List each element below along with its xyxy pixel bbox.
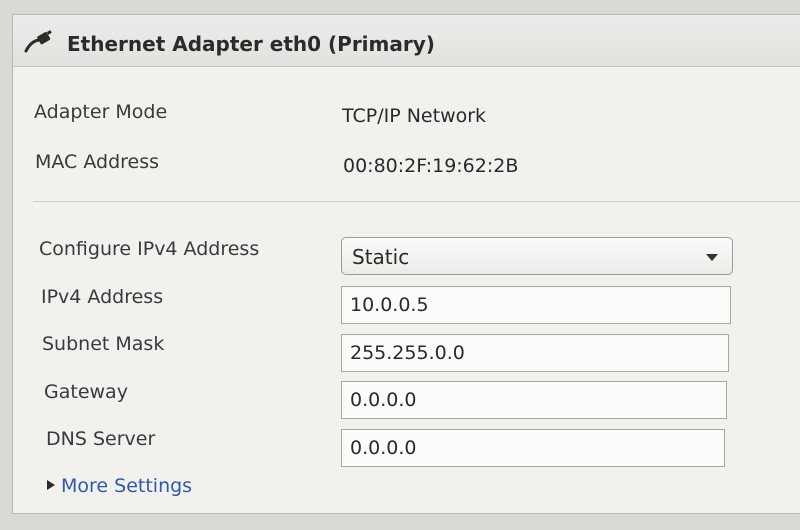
mac-address-value: 00:80:2F:19:62:2B xyxy=(343,155,519,177)
section-divider xyxy=(33,201,800,202)
dns-server-input[interactable] xyxy=(341,429,725,467)
mac-address-label: MAC Address xyxy=(35,151,160,173)
ethernet-cable-icon xyxy=(24,30,52,53)
dns-server-label: DNS Server xyxy=(46,428,156,450)
ethernet-adapter-panel: Ethernet Adapter eth0 (Primary) Adapter … xyxy=(12,14,800,514)
ipv4-address-label: IPv4 Address xyxy=(41,286,164,308)
configure-ipv4-select[interactable]: Static xyxy=(341,237,733,275)
panel-title: Ethernet Adapter eth0 (Primary) xyxy=(67,32,435,56)
triangle-right-icon xyxy=(47,480,55,490)
more-settings-label: More Settings xyxy=(61,475,193,497)
adapter-mode-label: Adapter Mode xyxy=(34,101,168,123)
chevron-down-icon xyxy=(706,254,718,261)
ipv4-address-input[interactable] xyxy=(341,286,731,324)
configure-ipv4-label: Configure IPv4 Address xyxy=(39,238,260,260)
subnet-mask-label: Subnet Mask xyxy=(42,333,165,355)
panel-header: Ethernet Adapter eth0 (Primary) xyxy=(13,15,800,67)
adapter-mode-value: TCP/IP Network xyxy=(342,105,487,127)
subnet-mask-input[interactable] xyxy=(341,334,729,372)
more-settings-link[interactable]: More Settings xyxy=(47,475,192,497)
configure-ipv4-selected-value: Static xyxy=(352,245,410,269)
gateway-input[interactable] xyxy=(341,381,727,419)
gateway-label: Gateway xyxy=(44,381,128,403)
